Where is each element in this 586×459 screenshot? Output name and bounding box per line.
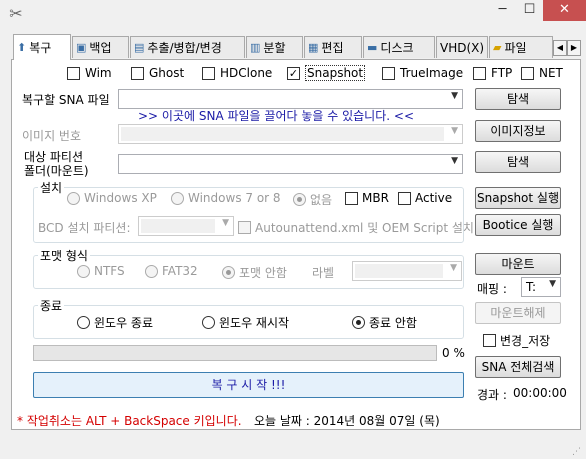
format-checkbox-ftp[interactable]: FTP — [473, 65, 512, 81]
format-checkbox-wim[interactable]: Wim — [67, 65, 112, 81]
snapshot-run-button[interactable]: Snapshot 실행 — [475, 187, 561, 209]
unmount-button[interactable]: 마운트해제 — [475, 302, 561, 324]
tab-split[interactable]: ▥ 분할 — [246, 36, 303, 58]
chevron-down-icon: ▼ — [450, 263, 457, 273]
tab-file[interactable]: ▰ 파일 — [489, 36, 553, 58]
start-restore-button[interactable]: 복 구 시 작 !!! — [33, 372, 464, 398]
bcd-partition-combo[interactable]: ▼ — [138, 216, 234, 236]
chevron-down-icon[interactable]: ▼ — [451, 91, 458, 101]
tab-disk[interactable]: ▬ 디스크 — [363, 36, 435, 58]
volume-label-label: 라벨 — [312, 266, 335, 280]
progress-percent: 0 % — [442, 346, 465, 360]
install-radio-windows-xp[interactable]: Windows XP — [67, 191, 157, 205]
checkbox[interactable] — [202, 66, 215, 80]
chevron-down-icon: ▼ — [222, 218, 229, 228]
change-save-checkbox[interactable]: 변경_저장 — [483, 332, 550, 349]
checkmark-icon[interactable]: ✓ — [287, 66, 300, 80]
format-checkbox-trueimage[interactable]: TrueImage — [382, 65, 463, 81]
tab-backup[interactable]: ▣ 백업 — [72, 36, 129, 58]
format-checkbox-snapshot[interactable]: ✓ Snapshot — [287, 65, 366, 81]
volume-label-combo[interactable]: ▼ — [352, 261, 462, 281]
checkbox[interactable] — [131, 66, 144, 80]
folder-icon: ▰ — [493, 40, 502, 54]
chevron-down-icon[interactable]: ▼ — [549, 279, 556, 289]
format-checkbox-net[interactable]: NET — [521, 65, 563, 81]
chevron-down-icon[interactable]: ▼ — [451, 156, 458, 166]
mount-button[interactable]: 마운트 — [475, 253, 561, 275]
install-group-title: 설치 — [38, 179, 65, 196]
shutdown-radio-none[interactable]: 종료 안함 — [352, 314, 417, 331]
format-radio-fat32[interactable]: FAT32 — [145, 264, 198, 278]
drop-hint: >> 이곳에 SNA 파일을 끌어다 놓을 수 있습니다. << — [138, 109, 414, 123]
title-bar: ✂ ─ ☐ ✕ — [0, 0, 586, 34]
progress-bar — [33, 345, 437, 361]
disk-icon: ▣ — [76, 40, 87, 54]
format-checkbox-ghost[interactable]: Ghost — [131, 65, 184, 81]
format-group-title: 포맷 형식 — [38, 247, 90, 264]
shutdown-radio-shutdown[interactable]: 윈도우 종료 — [77, 314, 153, 331]
image-info-button[interactable]: 이미지정보 — [475, 120, 561, 142]
mbr-checkbox[interactable]: MBR — [345, 191, 389, 205]
mapping-drive-combo[interactable]: T: ▼ — [521, 277, 561, 297]
chevron-down-icon: ▼ — [451, 126, 458, 136]
format-checkbox-hdclone[interactable]: HDClone — [202, 65, 272, 81]
mapping-label: 매핑 : — [477, 282, 507, 296]
install-radio-windows-7-8[interactable]: Windows 7 or 8 — [171, 191, 281, 205]
tab-scroll-left-button[interactable]: ◀ — [553, 40, 567, 56]
today-date: 오늘 날짜 : 2014년 08월 07일 (목) — [254, 414, 440, 428]
elapsed-label: 경과 : — [477, 388, 507, 402]
target-label: 대상 파티션 폴더(마운트) — [24, 150, 89, 178]
drive-icon: ▬ — [367, 40, 378, 54]
format-radio-ntfs[interactable]: NTFS — [77, 264, 125, 278]
checkbox[interactable] — [521, 66, 534, 80]
tab-scroll-right-button[interactable]: ▶ — [567, 40, 581, 56]
maximize-button[interactable]: ☐ — [516, 0, 543, 21]
tab-edit[interactable]: ▦ 편집 — [304, 36, 362, 58]
bootice-run-button[interactable]: Bootice 실행 — [475, 214, 561, 236]
checkbox[interactable] — [382, 66, 395, 80]
format-radio-no-format[interactable]: 포맷 안함 — [222, 264, 287, 281]
shutdown-group-title: 종료 — [38, 297, 65, 314]
target-partition-combo[interactable]: ▼ — [118, 154, 463, 174]
checkbox[interactable] — [67, 66, 80, 80]
app-tools-icon: ✂ — [9, 4, 23, 23]
restore-file-combo[interactable]: ▼ — [118, 89, 463, 109]
edit-icon: ▦ — [308, 40, 319, 54]
resize-grip-icon[interactable]: ⋰ — [572, 447, 584, 457]
tab-restore[interactable]: ⬆ 복구 — [13, 34, 71, 60]
elapsed-time: 00:00:00 — [513, 386, 567, 400]
image-number-label: 이미지 번호 — [22, 129, 82, 143]
active-checkbox[interactable]: Active — [398, 191, 452, 205]
autounattend-checkbox[interactable]: Autounattend.xml 및 OEM Script 설치 — [238, 219, 474, 236]
browse-restore-file-button[interactable]: 탐색 — [475, 88, 561, 110]
restore-file-label: 복구할 SNA 파일 — [22, 93, 110, 107]
sna-search-all-button[interactable]: SNA 전체검색 — [475, 356, 561, 378]
browse-target-button[interactable]: 탐색 — [475, 151, 561, 173]
chip-icon: ▤ — [134, 40, 145, 54]
bcd-partition-label: BCD 설치 파티션: — [38, 221, 131, 235]
checkbox[interactable] — [473, 66, 486, 80]
image-number-combo[interactable]: ▼ — [118, 124, 463, 144]
restore-icon: ⬆ — [17, 40, 27, 54]
cancel-hint: * 작업취소는 ALT + BackSpace 키입니다. — [17, 414, 242, 428]
install-radio-none[interactable]: 없음 — [293, 191, 332, 208]
minimize-button[interactable]: ─ — [489, 0, 516, 21]
close-button[interactable]: ✕ — [543, 0, 586, 21]
tab-extract[interactable]: ▤ 추출/병합/변경 — [130, 36, 245, 58]
tab-vhd[interactable]: VHD(X) — [436, 36, 488, 58]
split-icon: ▥ — [250, 40, 261, 54]
shutdown-radio-restart[interactable]: 윈도우 재시작 — [202, 314, 289, 331]
